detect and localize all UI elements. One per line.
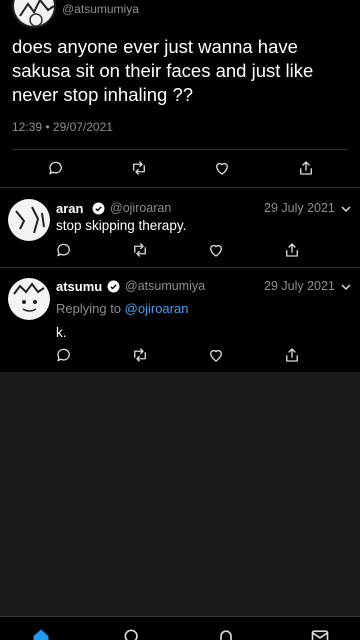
tweet-text: does anyone ever just wanna have sakusa … (12, 36, 314, 105)
search-icon[interactable] (122, 627, 142, 640)
replying-to: Replying to @ojiroaran (56, 301, 188, 316)
messages-icon[interactable] (310, 627, 330, 640)
share-icon (300, 161, 312, 175)
share-button[interactable] (281, 344, 303, 366)
reply-author-handle[interactable]: @ojiroaran (110, 201, 171, 215)
retweet-button[interactable] (129, 344, 151, 366)
comment-icon (49, 161, 62, 175)
chevron-down-icon[interactable] (340, 203, 352, 215)
share-icon (286, 243, 298, 257)
bottom-tab-bar (0, 616, 360, 640)
reply-button[interactable] (53, 344, 75, 366)
notifications-icon[interactable] (216, 627, 236, 640)
verified-badge-icon (92, 202, 105, 215)
reply-text: stop skipping therapy. (56, 218, 187, 233)
reply-button[interactable] (53, 239, 75, 261)
retweet-icon (133, 161, 145, 175)
reply-author-handle[interactable]: @atsumumiya (125, 279, 205, 293)
chevron-down-icon[interactable] (340, 281, 352, 293)
verified-badge-icon (107, 280, 120, 293)
reply-date: 29 July 2021 (264, 279, 335, 293)
replier-avatar[interactable] (8, 278, 50, 320)
replying-prefix: Replying to (56, 301, 125, 316)
replying-mention[interactable]: @ojiroaran (125, 301, 189, 316)
share-button[interactable] (295, 157, 317, 179)
reply-date: 29 July 2021 (264, 201, 335, 215)
like-button[interactable] (205, 344, 227, 366)
author-avatar[interactable] (12, 0, 56, 28)
reply-author-name[interactable]: aran (56, 201, 83, 216)
home-icon[interactable] (31, 627, 51, 640)
replier-avatar[interactable] (8, 199, 50, 241)
reply-button[interactable] (45, 157, 67, 179)
author-handle[interactable]: @atsumumiya (62, 2, 139, 16)
heart-icon (210, 244, 222, 257)
reply-text: k. (56, 325, 67, 340)
retweet-icon (134, 243, 146, 257)
retweet-button[interactable] (128, 157, 150, 179)
like-button[interactable] (205, 239, 227, 261)
retweet-button[interactable] (129, 239, 151, 261)
comment-icon (57, 348, 70, 362)
share-button[interactable] (281, 239, 303, 261)
heart-icon (216, 162, 228, 175)
retweet-icon (134, 348, 146, 362)
divider (0, 187, 360, 188)
tweet-timestamp: 12:39 • 29/07/2021 (12, 120, 113, 134)
like-button[interactable] (211, 157, 233, 179)
comment-icon (57, 243, 70, 257)
share-icon (286, 348, 298, 362)
heart-icon (210, 349, 222, 362)
divider (12, 149, 348, 150)
divider (0, 267, 360, 268)
reply-author-name[interactable]: atsumu (56, 279, 102, 294)
thread-panel: @atsumumiya does anyone ever just wanna … (0, 0, 360, 372)
empty-area (0, 372, 360, 616)
